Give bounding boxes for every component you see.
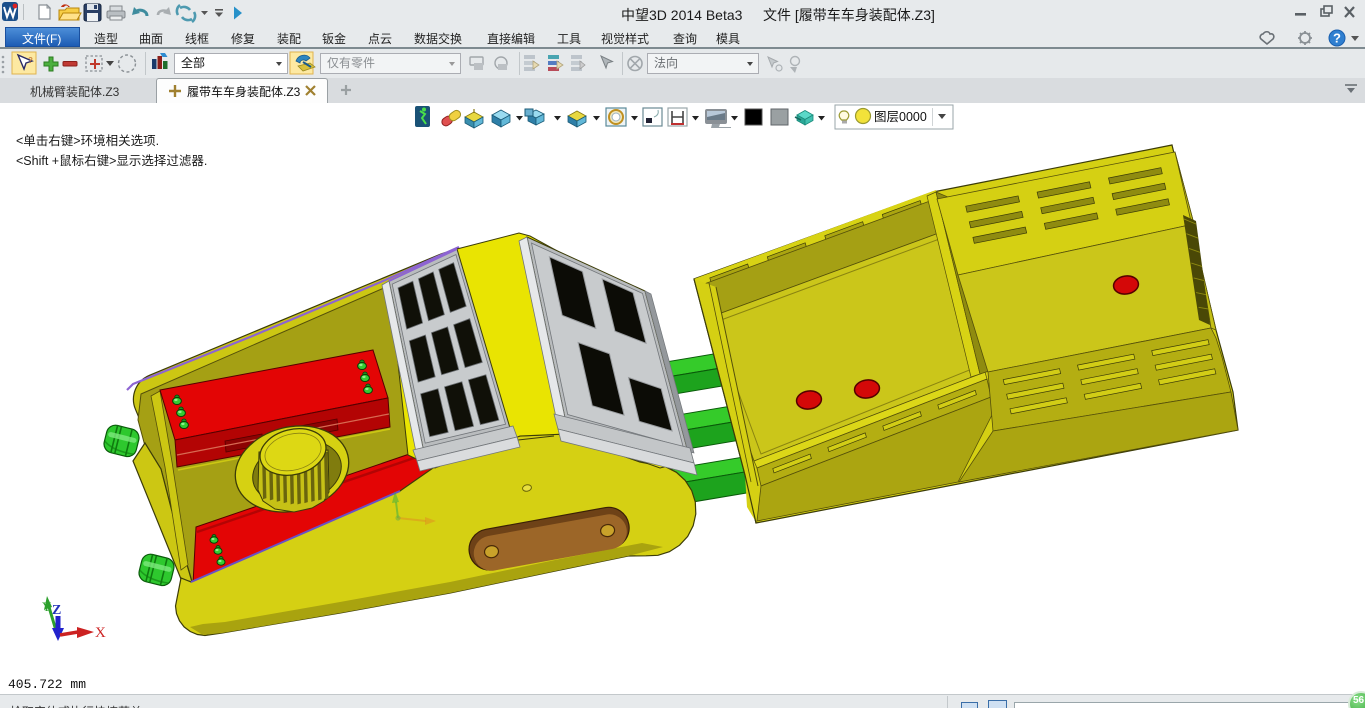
svg-text:Z: Z: [52, 603, 61, 618]
svg-text:X: X: [95, 625, 106, 641]
svg-text:Y: Y: [42, 599, 52, 614]
svg-text:图层0000: 图层0000: [874, 110, 927, 124]
